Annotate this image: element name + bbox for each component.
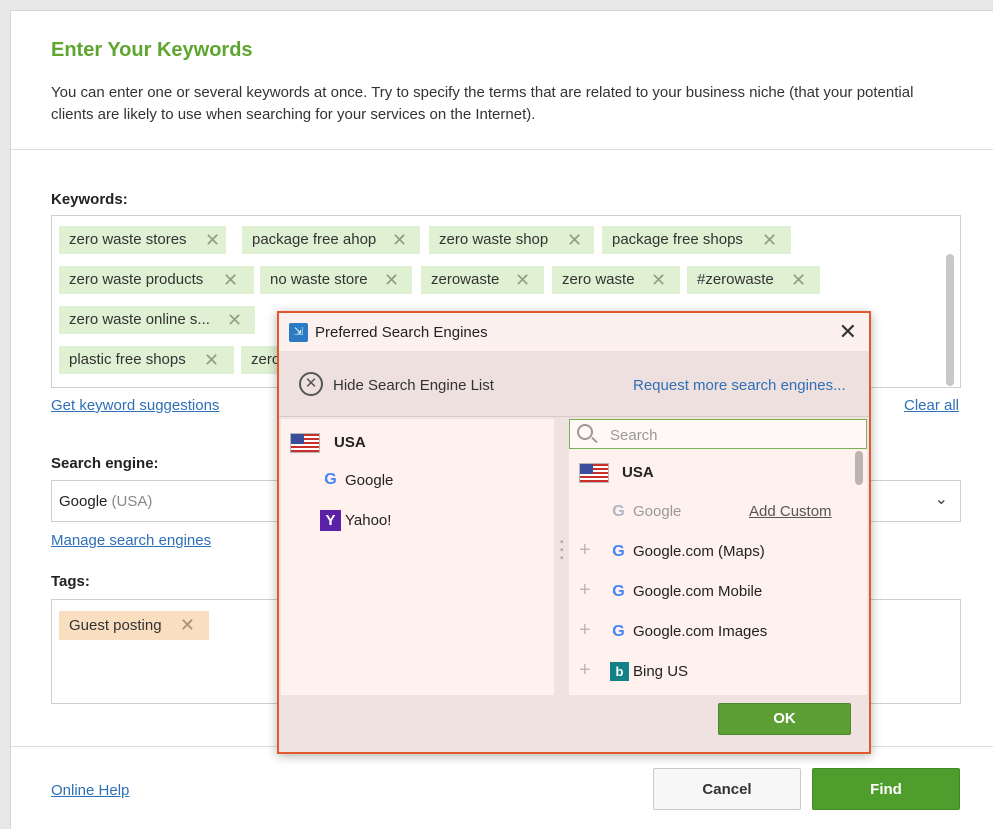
close-icon[interactable]: ✕ (839, 319, 857, 345)
scroll-thumb[interactable] (946, 254, 954, 386)
keyword-tag[interactable]: #zerowaste ✕ (687, 266, 820, 294)
engine-bing-us[interactable]: Bing US (633, 663, 688, 680)
yahoo-icon: Y (320, 510, 341, 531)
keyword-tag-text: zero (251, 351, 281, 368)
keyword-tag-text: package free ahop (252, 231, 377, 248)
selected-engine-yahoo[interactable]: Yahoo! (345, 512, 391, 529)
keyword-tag-text: package free shops (612, 231, 743, 248)
engine-google-mobile[interactable]: Google.com Mobile (633, 583, 762, 600)
remove-tag-icon[interactable]: ✕ (180, 611, 195, 640)
available-engines-pane: Search USA G Google Add Custom + G Googl… (569, 419, 867, 695)
keyword-tag-text: zero waste products (69, 271, 204, 288)
online-help-link[interactable]: Online Help (51, 782, 129, 799)
add-icon[interactable]: + (579, 659, 591, 682)
keywords-scrollbar[interactable] (946, 222, 954, 386)
country-label: USA (334, 434, 366, 451)
ok-button[interactable]: OK (718, 703, 851, 735)
remove-keyword-icon[interactable]: ✕ (567, 226, 582, 254)
remove-keyword-icon[interactable]: ✕ (791, 266, 806, 294)
remove-keyword-icon[interactable]: ✕ (762, 226, 777, 254)
keyword-tag[interactable]: zero waste ✕ (552, 266, 680, 294)
page-title: Enter Your Keywords (51, 39, 253, 61)
request-more-engines-link[interactable]: Request more search engines... (633, 377, 846, 394)
dialog-titlebar: ⇲ Preferred Search Engines ✕ (279, 313, 869, 351)
google-icon: G (612, 623, 625, 640)
dialog-toolbar: ✕ Hide Search Engine List Request more s… (279, 351, 869, 417)
clear-all-link[interactable]: Clear all (904, 397, 959, 414)
keyword-suggestions-link[interactable]: Get keyword suggestions (51, 397, 219, 414)
add-icon[interactable]: + (579, 579, 591, 602)
keyword-tag-text: plastic free shops (69, 351, 186, 368)
keyword-tag-text: zero waste stores (69, 231, 187, 248)
add-icon[interactable]: + (579, 539, 591, 562)
tag-chip[interactable]: Guest posting ✕ (59, 611, 209, 640)
usa-flag-icon (579, 463, 609, 483)
google-icon: G (612, 503, 625, 520)
keywords-label: Keywords: (51, 191, 128, 208)
google-icon: G (612, 583, 625, 600)
engine-google-maps[interactable]: Google.com (Maps) (633, 543, 765, 560)
keyword-tag[interactable]: zero waste products ✕ (59, 266, 254, 294)
keyword-tag[interactable]: plastic free shops ✕ (59, 346, 234, 374)
engine-search-input[interactable]: Search (569, 419, 867, 449)
remove-keyword-icon[interactable]: ✕ (515, 266, 530, 294)
chevron-down-icon[interactable]: ⌄ (935, 489, 948, 509)
tag-chip-text: Guest posting (69, 617, 162, 634)
keyword-tag[interactable]: zerowaste ✕ (421, 266, 544, 294)
engine-region: (USA) (111, 493, 153, 510)
remove-keyword-icon[interactable]: ✕ (384, 266, 399, 294)
engine-google-disabled: Google (633, 503, 682, 520)
keyword-tag-text: zero waste (562, 271, 635, 288)
keyword-tag[interactable]: zero waste online s... ✕ (59, 306, 255, 334)
keyword-tag[interactable]: package free ahop ✕ (242, 226, 420, 254)
hide-engine-list-button[interactable]: Hide Search Engine List (333, 377, 494, 394)
keyword-tag-text: zero waste shop (439, 231, 549, 248)
hide-list-icon[interactable]: ✕ (299, 372, 323, 396)
engines-scrollbar[interactable] (855, 451, 863, 695)
keyword-tag[interactable]: zero waste stores ✕ (59, 226, 226, 254)
google-icon: G (612, 543, 625, 560)
select-value: Google (USA) (59, 493, 152, 510)
keyword-tag-text: no waste store (270, 271, 368, 288)
keyword-tag-text: zero waste online s... (69, 311, 210, 328)
country-label: USA (622, 464, 654, 481)
remove-keyword-icon[interactable]: ✕ (392, 226, 407, 254)
keyword-tag[interactable]: package free shops ✕ (602, 226, 791, 254)
engine-name: Google (59, 493, 108, 510)
cancel-button[interactable]: Cancel (653, 768, 801, 810)
add-custom-link[interactable]: Add Custom (749, 503, 832, 520)
search-engine-label: Search engine: (51, 455, 159, 472)
panel-header: Enter Your Keywords You can enter one or… (11, 11, 993, 150)
manage-search-engines-link[interactable]: Manage search engines (51, 532, 211, 549)
pane-splitter[interactable]: • • • (560, 538, 564, 564)
usa-flag-icon (290, 433, 320, 453)
dialog-title: Preferred Search Engines (315, 324, 488, 341)
keyword-tag-text: #zerowaste (697, 271, 774, 288)
preferred-search-engines-dialog: ⇲ Preferred Search Engines ✕ ✕ Hide Sear… (277, 311, 871, 754)
search-placeholder: Search (610, 427, 658, 444)
remove-keyword-icon[interactable]: ✕ (204, 346, 219, 374)
remove-keyword-icon[interactable]: ✕ (227, 306, 242, 334)
intro-text: You can enter one or several keywords at… (51, 84, 914, 123)
remove-keyword-icon[interactable]: ✕ (205, 226, 220, 254)
engine-google-images[interactable]: Google.com Images (633, 623, 767, 640)
tags-label: Tags: (51, 573, 90, 590)
bing-icon: b (610, 662, 629, 681)
scroll-thumb[interactable] (855, 451, 863, 485)
keyword-tag-text: zerowaste (431, 271, 500, 288)
find-button[interactable]: Find (812, 768, 960, 810)
remove-keyword-icon[interactable]: ✕ (651, 266, 666, 294)
google-icon: G (324, 471, 337, 488)
keyword-tag[interactable]: zero waste shop ✕ (429, 226, 594, 254)
keyword-tag[interactable]: no waste store ✕ (260, 266, 412, 294)
remove-keyword-icon[interactable]: ✕ (223, 266, 238, 294)
search-icon (577, 424, 593, 440)
selected-engine-google[interactable]: Google (345, 472, 393, 489)
selected-engines-pane: USA G Google Y Yahoo! (281, 419, 554, 695)
add-icon[interactable]: + (579, 619, 591, 642)
app-icon: ⇲ (289, 323, 308, 342)
